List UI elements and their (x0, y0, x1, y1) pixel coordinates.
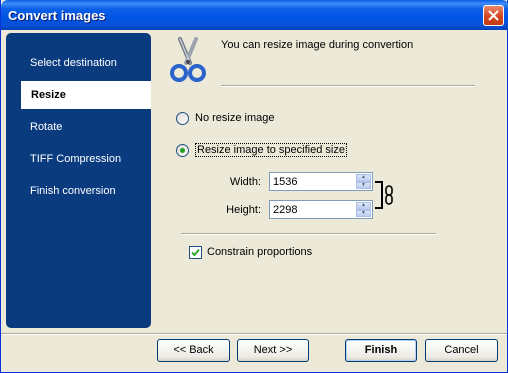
no-resize-label: No resize image (195, 112, 275, 124)
height-value[interactable]: 2298 (273, 204, 297, 216)
sidebar-item-tiff-compression[interactable]: TIFF Compression (6, 145, 151, 173)
constrain-option[interactable]: Constrain proportions (189, 244, 312, 260)
cancel-button[interactable]: Cancel (425, 339, 498, 362)
resize-label: Resize image to specified size (195, 143, 347, 157)
resize-panel: You can resize image during convertion N… (151, 33, 501, 328)
chain-link-icon[interactable] (384, 185, 394, 205)
height-increment-button[interactable]: ▲ (356, 202, 371, 210)
height-decrement-button[interactable]: ▼ (356, 209, 371, 217)
back-button[interactable]: << Back (157, 339, 230, 362)
width-stepper[interactable]: 1536 ▲ ▼ (269, 172, 373, 191)
footer-divider (1, 333, 507, 335)
header-description: You can resize image during convertion (221, 39, 414, 51)
width-value[interactable]: 1536 (273, 176, 297, 188)
proportion-link-bracket (375, 181, 383, 209)
constrain-checkbox[interactable] (189, 245, 202, 259)
convert-images-window: Convert images Select destination Resize… (0, 0, 508, 373)
close-button[interactable] (483, 5, 504, 26)
wizard-sidebar: Select destination Resize Rotate TIFF Co… (6, 33, 151, 328)
width-label: Width: (229, 176, 261, 188)
title-bar[interactable]: Convert images (1, 0, 508, 30)
width-decrement-button[interactable]: ▼ (356, 181, 371, 189)
close-icon (488, 10, 499, 21)
sidebar-item-select-destination[interactable]: Select destination (6, 49, 151, 77)
scissors-icon (170, 37, 206, 82)
height-stepper[interactable]: 2298 ▲ ▼ (269, 200, 373, 219)
no-resize-radio[interactable] (176, 111, 189, 125)
header-divider (221, 85, 475, 87)
constrain-label: Constrain proportions (207, 246, 313, 258)
resize-option[interactable]: Resize image to specified size (176, 142, 347, 158)
next-button[interactable]: Next >> (237, 339, 309, 362)
no-resize-option[interactable]: No resize image (176, 110, 274, 126)
resize-radio[interactable] (176, 143, 189, 157)
sidebar-item-resize[interactable]: Resize (21, 81, 151, 109)
sidebar-item-rotate[interactable]: Rotate (6, 113, 151, 141)
sidebar-item-finish-conversion[interactable]: Finish conversion (6, 177, 151, 205)
width-increment-button[interactable]: ▲ (356, 174, 371, 182)
checkmark-icon (191, 248, 200, 256)
finish-button[interactable]: Finish (345, 339, 417, 362)
height-label: Height: (226, 204, 261, 216)
window-title: Convert images (8, 8, 106, 23)
options-divider (181, 233, 436, 235)
